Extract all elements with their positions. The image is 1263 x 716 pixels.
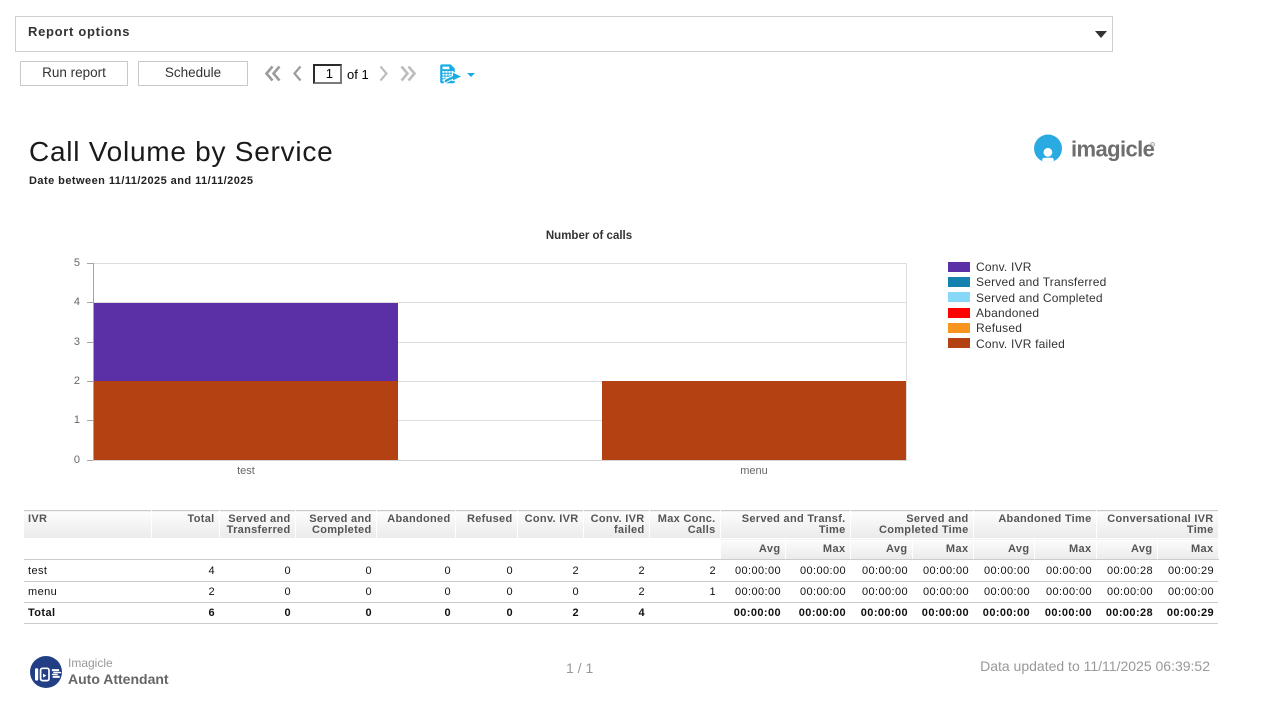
svg-text:imagicle: imagicle	[1071, 137, 1155, 162]
svg-text:R: R	[1151, 143, 1154, 147]
